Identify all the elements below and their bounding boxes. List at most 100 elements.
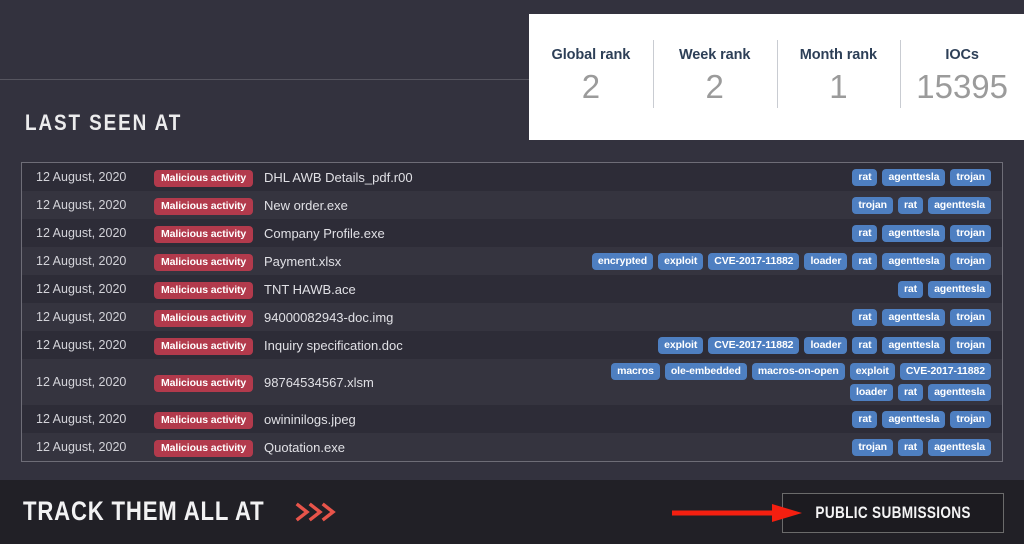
- tag-badge[interactable]: trojan: [950, 308, 991, 326]
- stats-card: Global rank 2 Week rank 2 Month rank 1 IOCs 153…: [529, 14, 1024, 140]
- row-tags: rat agenttesla trojan: [564, 224, 991, 242]
- row-date: 12 August, 2020: [36, 310, 127, 324]
- stat-cell: Week rank 2: [652, 14, 777, 140]
- row-verdict: Malicious activity: [154, 280, 264, 299]
- tag-badge[interactable]: loader: [804, 252, 848, 270]
- tag-badge[interactable]: rat: [852, 168, 878, 186]
- row-tags: rat agenttesla trojan: [564, 168, 991, 186]
- row-filename[interactable]: DHL AWB Details_pdf.r00: [264, 170, 564, 185]
- tag-badge[interactable]: agenttesla: [882, 336, 946, 354]
- tag-badge[interactable]: encrypted: [591, 252, 654, 270]
- status-badge: Malicious activity: [154, 197, 254, 215]
- tag-badge[interactable]: agenttesla: [928, 280, 991, 298]
- tag-badge[interactable]: trojan: [950, 224, 991, 242]
- tag-badge[interactable]: loader: [804, 336, 848, 354]
- row-tags: rat agenttesla trojan: [564, 308, 991, 326]
- tag-badge[interactable]: trojan: [950, 336, 991, 354]
- row-tags: exploit CVE-2017-11882 loader rat agenttesla…: [564, 336, 991, 354]
- tag-badge[interactable]: rat: [897, 196, 924, 214]
- row-date: 12 August, 2020: [36, 375, 127, 389]
- row-filename[interactable]: 94000082943-doc.img: [264, 310, 564, 325]
- row-date: 12 August, 2020: [36, 282, 127, 296]
- tag-badge[interactable]: CVE-2017-11882: [708, 336, 800, 354]
- row-verdict: Malicious activity: [154, 308, 264, 327]
- tag-badge[interactable]: agenttesla: [882, 410, 946, 428]
- table-row[interactable]: 12 August, 2020 Malicious activity Payment…: [22, 247, 1002, 275]
- table-row[interactable]: 12 August, 2020 Malicious activity 9876453…: [22, 359, 1002, 405]
- tag-badge[interactable]: trojan: [852, 196, 893, 214]
- track-them-all-at: TRACK THEM ALL AT: [23, 496, 340, 527]
- tag-badge[interactable]: agenttesla: [928, 438, 991, 456]
- row-verdict: Malicious activity: [154, 438, 264, 457]
- tag-badge[interactable]: trojan: [950, 410, 991, 428]
- tag-badge[interactable]: rat: [852, 336, 878, 354]
- row-date: 12 August, 2020: [36, 198, 127, 212]
- tag-badge[interactable]: rat: [852, 308, 878, 326]
- table-row[interactable]: 12 August, 2020 Malicious activity DHL AWB…: [22, 163, 1002, 191]
- table-row[interactable]: 12 August, 2020 Malicious activity Inquiry…: [22, 331, 1002, 359]
- row-verdict: Malicious activity: [154, 252, 264, 271]
- tag-badge[interactable]: agenttesla: [882, 224, 946, 242]
- triple-chevron-right-icon: [294, 500, 340, 524]
- tag-badge[interactable]: exploit: [658, 336, 704, 354]
- row-verdict: Malicious activity: [154, 168, 264, 187]
- tag-badge[interactable]: trojan: [852, 438, 893, 456]
- tag-badge[interactable]: agenttesla: [882, 308, 946, 326]
- row-filename[interactable]: 98764534567.xlsm: [264, 375, 564, 390]
- tag-badge[interactable]: agenttesla: [928, 384, 991, 401]
- tag-badge[interactable]: rat: [852, 410, 878, 428]
- tag-badge[interactable]: agenttesla: [882, 168, 946, 186]
- page-title: LAST SEEN AT: [25, 110, 183, 135]
- stat-label: Month rank: [799, 47, 877, 63]
- table-row[interactable]: 12 August, 2020 Malicious activity owinini…: [22, 405, 1002, 433]
- public-submissions-label: PUBLIC SUBMISSIONS: [815, 503, 971, 522]
- tag-badge[interactable]: CVE-2017-11882: [899, 363, 991, 380]
- tag-badge[interactable]: rat: [897, 384, 924, 401]
- tag-badge[interactable]: agenttesla: [882, 252, 946, 270]
- row-date: 12 August, 2020: [36, 412, 127, 426]
- public-submissions-button[interactable]: PUBLIC SUBMISSIONS: [782, 493, 1004, 533]
- row-verdict: Malicious activity: [154, 373, 264, 392]
- tag-badge[interactable]: CVE-2017-11882: [708, 252, 800, 270]
- row-filename[interactable]: TNT HAWB.ace: [264, 282, 564, 297]
- row-filename[interactable]: New order.exe: [264, 198, 564, 213]
- tag-badge[interactable]: agenttesla: [928, 196, 991, 214]
- tag-badge[interactable]: exploit: [658, 252, 704, 270]
- tag-badge[interactable]: rat: [852, 224, 878, 242]
- row-filename[interactable]: owininilogs.jpeg: [264, 412, 564, 427]
- tag-badge[interactable]: loader: [850, 384, 893, 401]
- tag-badge[interactable]: rat: [852, 252, 878, 270]
- tag-badge[interactable]: trojan: [950, 168, 991, 186]
- status-badge: Malicious activity: [154, 253, 254, 271]
- row-tags: rat agenttesla: [564, 280, 991, 298]
- stat-cell: Global rank 2: [529, 14, 653, 140]
- row-filename[interactable]: Payment.xlsx: [264, 254, 564, 269]
- row-tags: trojan rat agenttesla: [564, 196, 991, 214]
- row-filename[interactable]: Inquiry specification.doc: [264, 338, 564, 353]
- row-verdict: Malicious activity: [154, 224, 264, 243]
- row-verdict: Malicious activity: [154, 336, 264, 355]
- tag-badge[interactable]: ole-embedded: [664, 363, 747, 380]
- row-date: 12 August, 2020: [36, 254, 127, 268]
- row-filename[interactable]: Quotation.exe: [264, 440, 564, 455]
- table-row[interactable]: 12 August, 2020 Malicious activity 9400008…: [22, 303, 1002, 331]
- tag-badge[interactable]: macros: [611, 363, 660, 380]
- row-filename[interactable]: Company Profile.exe: [264, 226, 564, 241]
- tag-badge[interactable]: macros-on-open: [751, 363, 845, 380]
- table-row[interactable]: 12 August, 2020 Malicious activity Quotati…: [22, 433, 1002, 461]
- tag-badge[interactable]: exploit: [849, 363, 895, 380]
- stat-value: 2: [705, 68, 724, 105]
- stat-label: Global rank: [551, 47, 631, 63]
- status-badge: Malicious activity: [154, 309, 254, 327]
- tag-badge[interactable]: rat: [897, 438, 924, 456]
- table-row[interactable]: 12 August, 2020 Malicious activity TNT HAW…: [22, 275, 1002, 303]
- stat-label: Week rank: [678, 47, 751, 63]
- table-row[interactable]: 12 August, 2020 Malicious activity Company…: [22, 219, 1002, 247]
- row-verdict: Malicious activity: [154, 410, 264, 429]
- track-them-all-at-label: TRACK THEM ALL AT: [23, 496, 265, 526]
- tag-badge[interactable]: rat: [897, 280, 924, 298]
- table-row[interactable]: 12 August, 2020 Malicious activity New ord…: [22, 191, 1002, 219]
- stat-cell: IOCs 15395: [900, 14, 1024, 140]
- status-badge: Malicious activity: [154, 225, 254, 243]
- tag-badge[interactable]: trojan: [950, 252, 991, 270]
